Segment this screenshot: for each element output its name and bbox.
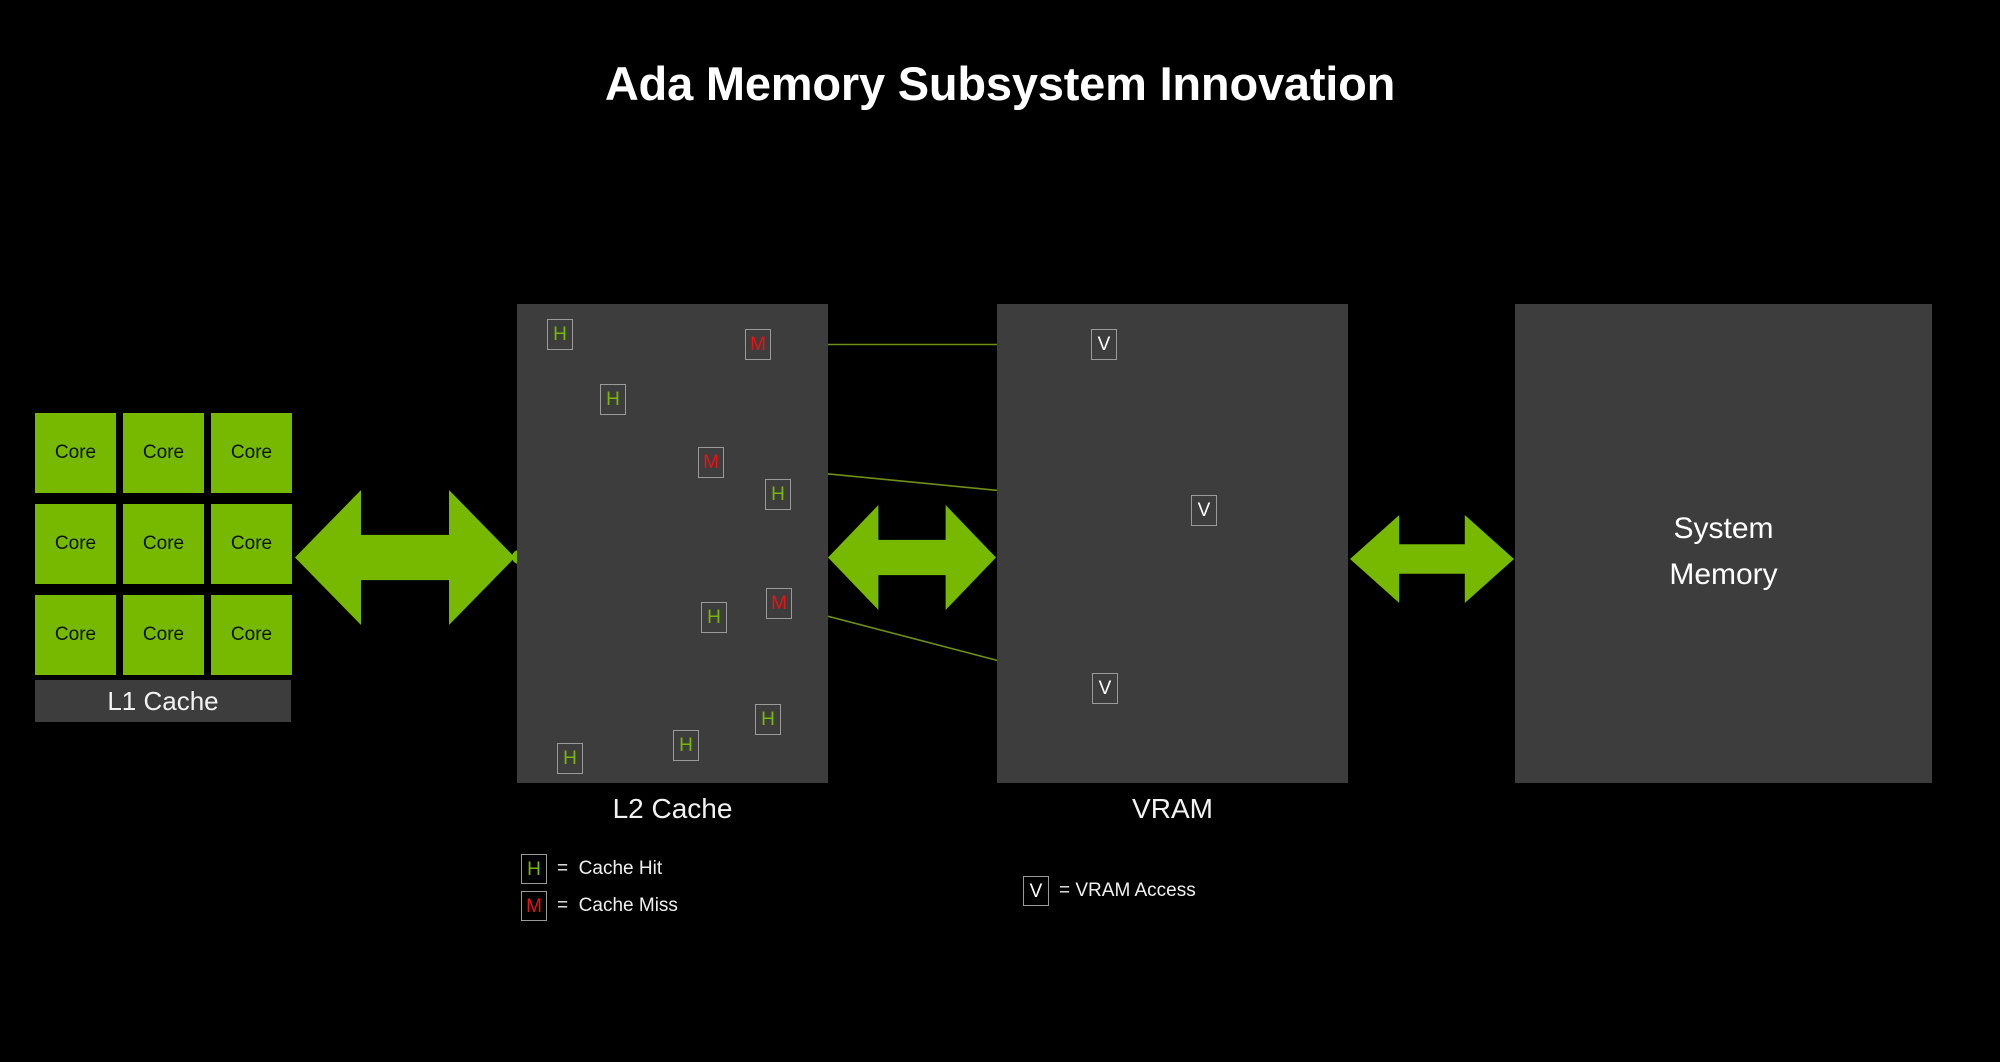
core-block-0: Core	[35, 413, 116, 493]
legend-cache-hit: H = Cache Hit	[521, 854, 662, 884]
legend-cache-hit-text: = Cache Hit	[557, 858, 662, 880]
cache-miss-symbol-icon: M	[521, 891, 547, 921]
l2-marker-m2: M	[698, 447, 724, 478]
legend-hit-equals: =	[557, 858, 569, 879]
l2-cache-label: L2 Cache	[612, 793, 733, 824]
slide-canvas: Ada Memory Subsystem Innovation Core Core…	[0, 0, 2000, 1062]
page-title: Ada Memory Subsystem Innovation	[604, 57, 1396, 110]
legend-miss-equals: =	[557, 895, 569, 916]
l2-marker-h3: H	[765, 479, 791, 510]
legend-hit-label: Cache Hit	[578, 858, 663, 879]
l2-marker-h7: H	[557, 743, 583, 774]
core-block-3: Core	[35, 504, 116, 584]
legend-vram-access: V = VRAM Access	[1023, 876, 1196, 906]
l2-marker-h4: H	[701, 602, 727, 633]
l2-marker-h5: H	[755, 704, 781, 735]
vram-marker-v1: V	[1091, 329, 1117, 360]
core-block-4: Core	[123, 504, 204, 584]
system-memory-line1: System	[1673, 512, 1774, 545]
vram-marker-v2: V	[1191, 495, 1217, 526]
l2-marker-m1: M	[745, 329, 771, 360]
vram-marker-v3: V	[1092, 673, 1118, 704]
core-block-1: Core	[123, 413, 204, 493]
legend-cache-miss: M = Cache Miss	[521, 891, 678, 921]
l2-marker-h1: H	[547, 319, 573, 350]
gpu-core-grid: Core Core Core Core Core Core Core Core Core	[35, 413, 292, 675]
system-memory-label: System Memory	[1515, 506, 1932, 598]
l2-marker-h2: H	[600, 384, 626, 415]
core-block-8: Core	[211, 595, 292, 675]
l2-marker-h6: H	[673, 730, 699, 761]
vram-access-symbol-icon: V	[1023, 876, 1049, 906]
l2-cache-panel	[517, 304, 828, 783]
core-block-7: Core	[123, 595, 204, 675]
arrow-l2-vram	[828, 505, 996, 610]
core-block-6: Core	[35, 595, 116, 675]
system-memory-line2: Memory	[1669, 558, 1778, 591]
vram-label: VRAM	[1132, 793, 1213, 824]
arrow-vram-sysmem	[1350, 515, 1514, 603]
legend-cache-miss-text: = Cache Miss	[557, 895, 678, 917]
core-block-2: Core	[211, 413, 292, 493]
legend-vram-access-label: = VRAM Access	[1059, 880, 1196, 901]
arrow-core-l2	[295, 490, 515, 625]
l2-marker-m3: M	[766, 588, 792, 619]
vram-panel	[997, 304, 1348, 783]
legend-miss-label: Cache Miss	[578, 895, 678, 916]
l1-cache-block: L1 Cache	[35, 680, 291, 722]
core-block-5: Core	[211, 504, 292, 584]
cache-hit-symbol-icon: H	[521, 854, 547, 884]
